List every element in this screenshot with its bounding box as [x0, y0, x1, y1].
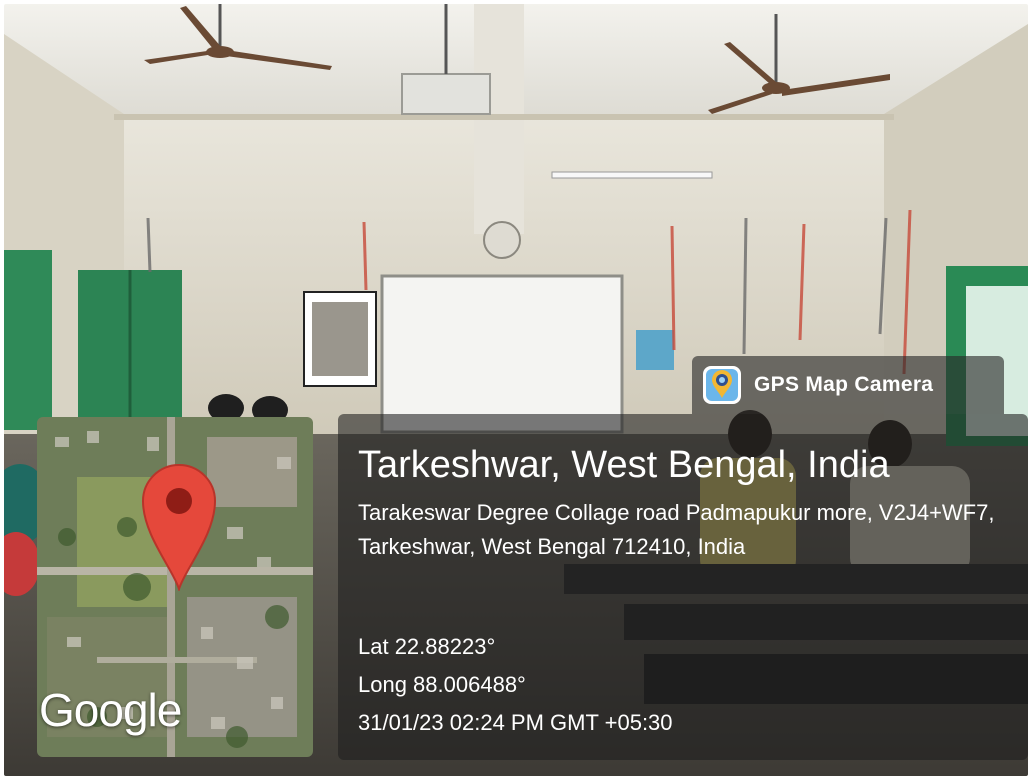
location-info-panel: Tarkeshwar, West Bengal, India Tarakeswa… — [338, 414, 1028, 760]
address-text: Tarakeswar Degree Collage road Padmapuku… — [358, 500, 995, 559]
photo-frame: Google GPS Map Camera Tarkeshwar, West B… — [4, 4, 1028, 776]
latitude: Lat 22.88223° — [358, 634, 496, 659]
gps-camera-icon — [703, 366, 741, 404]
map-thumbnail[interactable]: Google — [37, 417, 313, 757]
app-name: GPS Map Camera — [754, 373, 934, 396]
timestamp: 31/01/23 02:24 PM GMT +05:30 — [358, 710, 673, 735]
place-title: Tarkeshwar, West Bengal, India — [358, 444, 890, 486]
longitude: Long 88.006488° — [358, 672, 526, 697]
location-pin-icon — [141, 464, 217, 591]
google-logo: Google — [39, 684, 182, 736]
app-badge: GPS Map Camera — [692, 356, 1004, 414]
